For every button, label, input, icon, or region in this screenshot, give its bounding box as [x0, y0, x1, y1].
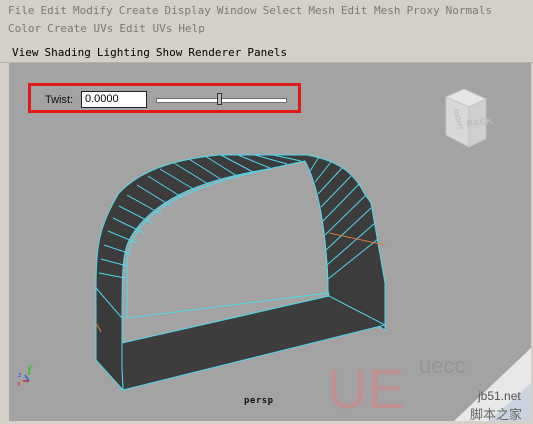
menu-edit-uvs[interactable]: Edit UVs: [119, 22, 172, 35]
menu-create-uvs[interactable]: Create UVs: [47, 22, 113, 35]
menu-create[interactable]: Create: [119, 4, 159, 17]
watermark-brand-text: uecc: [419, 353, 465, 378]
menu-display[interactable]: Display: [165, 4, 211, 17]
viewcube[interactable]: BACK RIGHT: [444, 88, 494, 148]
viewport-scene: BACK RIGHT y x z UE uecc: [17, 88, 531, 421]
panel-menu-items: View Shading Lighting Show Renderer Panels: [12, 45, 293, 61]
menu-select[interactable]: Select: [263, 4, 303, 17]
watermark-site: jb51.net: [478, 389, 521, 403]
twist-label: Twist:: [45, 94, 74, 106]
svg-text:x: x: [17, 381, 21, 388]
watermark-cn: 脚本之家: [470, 408, 523, 423]
panel-menu-renderer[interactable]: Renderer: [188, 46, 241, 59]
menu-edit-mesh[interactable]: Edit Mesh: [341, 4, 401, 17]
perspective-viewport[interactable]: BACK RIGHT y x z UE uecc: [9, 63, 531, 421]
menu-file[interactable]: File: [8, 4, 35, 17]
camera-label: persp: [244, 396, 274, 406]
menu-edit[interactable]: Edit: [41, 4, 68, 17]
menu-modify[interactable]: Modify: [73, 4, 113, 17]
watermark-logo-text: UE: [327, 357, 405, 420]
panel-menu-lighting[interactable]: Lighting: [97, 46, 150, 59]
menu-color[interactable]: Color: [8, 22, 41, 35]
menu-row-1: File Edit Modify Create Display Window Select M…: [8, 2, 498, 19]
twist-slider-thumb[interactable]: [217, 93, 222, 105]
panel-menu-shading[interactable]: Shading: [45, 46, 91, 59]
twist-value-field[interactable]: 0.0000: [81, 91, 147, 108]
main-menubar: File Edit Modify Create Display Window Select M…: [0, 0, 533, 38]
panel-menubar: View Shading Lighting Show Renderer Panels: [0, 44, 533, 63]
menu-help[interactable]: Help: [178, 22, 205, 35]
menu-proxy[interactable]: Proxy: [406, 4, 439, 17]
svg-text:z: z: [18, 372, 22, 379]
axis-gizmo: y x z: [17, 363, 33, 388]
menu-window[interactable]: Window: [217, 4, 257, 17]
menu-row-2: Color Create UVs Edit UVs Help: [8, 20, 211, 37]
menu-mesh[interactable]: Mesh: [308, 4, 335, 17]
svg-text:y: y: [29, 363, 33, 370]
panel-menu-panels[interactable]: Panels: [247, 46, 287, 59]
panel-menu-show[interactable]: Show: [156, 46, 183, 59]
panel-menu-view[interactable]: View: [12, 46, 39, 59]
menu-normals[interactable]: Normals: [446, 4, 492, 17]
